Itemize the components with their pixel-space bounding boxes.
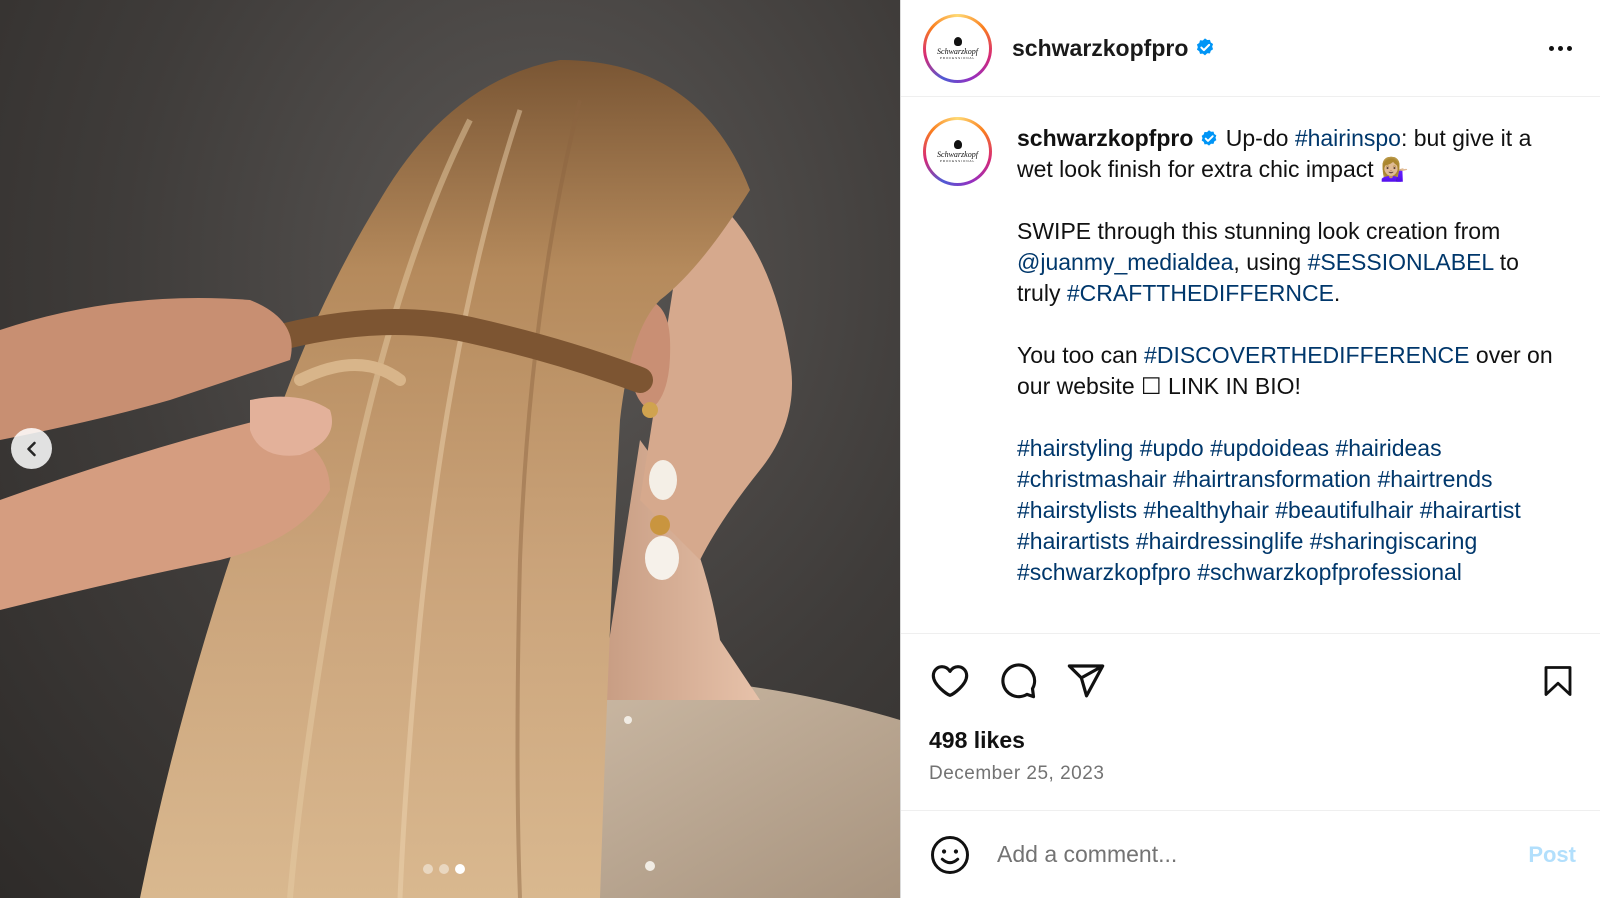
more-dot bbox=[1567, 45, 1572, 51]
verified-badge-icon bbox=[1197, 37, 1214, 55]
hashtag-link[interactable]: #hairstylists bbox=[1017, 497, 1137, 523]
share-icon bbox=[1067, 664, 1105, 698]
avatar-logo: Schwarzkopf PROFESSIONAL bbox=[926, 120, 989, 183]
brand-silhouette-icon bbox=[953, 140, 962, 149]
post-date[interactable]: December 25, 2023 bbox=[929, 763, 1576, 785]
more-horizontal-icon bbox=[1549, 45, 1554, 51]
carousel-dot bbox=[423, 864, 433, 874]
brand-silhouette-icon bbox=[953, 36, 962, 46]
hashtag-link[interactable]: #CRAFTTHEDIFFERNCE bbox=[1067, 280, 1334, 306]
like-count[interactable]: 498 likes bbox=[929, 727, 1576, 754]
heart-icon bbox=[931, 665, 969, 697]
carousel-prev-button[interactable] bbox=[11, 428, 52, 469]
hashtag-link[interactable]: #sharingiscaring bbox=[1310, 528, 1477, 554]
avatar-brand-text: Schwarzkopf bbox=[937, 46, 978, 56]
hashtag-link[interactable]: #hairinspo bbox=[1295, 125, 1401, 151]
post-comment-button[interactable]: Post bbox=[1528, 842, 1576, 868]
hashtag-link[interactable]: #beautifulhair bbox=[1275, 497, 1413, 523]
verified-badge-icon bbox=[1202, 130, 1217, 146]
avatar-brand-text: Schwarzkopf bbox=[937, 150, 978, 159]
post-header: Schwarzkopf PROFESSIONAL schwarzkopfpro bbox=[901, 0, 1600, 97]
hashtag-link[interactable]: #hairtransformation bbox=[1173, 466, 1371, 492]
save-button[interactable] bbox=[1540, 661, 1576, 701]
instagram-post: Schwarzkopf PROFESSIONAL schwarzkopfpro … bbox=[0, 0, 1600, 898]
bookmark-icon bbox=[1544, 666, 1572, 696]
caption-text: SWIPE through this stunning look creatio… bbox=[1017, 218, 1501, 244]
hashtag-link[interactable]: #hairdressinglife bbox=[1136, 528, 1303, 554]
avatar[interactable]: Schwarzkopf PROFESSIONAL bbox=[923, 13, 992, 83]
caption-text: . bbox=[1333, 280, 1341, 306]
post-media[interactable] bbox=[0, 0, 900, 898]
share-button[interactable] bbox=[1065, 661, 1107, 701]
hashtag-link[interactable]: #hairideas bbox=[1335, 435, 1441, 461]
avatar-brand-subtext: PROFESSIONAL bbox=[939, 159, 976, 163]
chevron-left-icon bbox=[26, 441, 36, 456]
avatar-logo: Schwarzkopf PROFESSIONAL bbox=[926, 16, 989, 80]
more-dot bbox=[1558, 45, 1563, 51]
caption-paragraph: You too can #DISCOVERTHEDIFFERENCE over … bbox=[1017, 340, 1557, 402]
carousel-dot-active bbox=[455, 864, 465, 874]
hashtag-link[interactable]: #hairtrends bbox=[1377, 466, 1492, 492]
caption-text: Up-do bbox=[1219, 125, 1295, 151]
comment-input[interactable] bbox=[997, 841, 1529, 868]
hashtag-link[interactable]: #DISCOVERTHEDIFFERENCE bbox=[1144, 342, 1469, 368]
hashtag-list: #hairstyling #updo #updoideas #hairideas… bbox=[1017, 433, 1557, 588]
header-username-text[interactable]: schwarzkopfpro bbox=[1012, 35, 1188, 61]
hashtag-link[interactable]: #updoideas bbox=[1210, 435, 1329, 461]
post-caption: schwarzkopfpro Up-do #hairinspo: but giv… bbox=[1017, 117, 1557, 633]
caption-area: Schwarzkopf PROFESSIONAL schwarzkopfpro … bbox=[901, 97, 1600, 633]
post-actions: 498 likes December 25, 2023 bbox=[901, 633, 1600, 810]
hashtag-link[interactable]: #christmashair bbox=[1017, 466, 1167, 492]
action-icons bbox=[929, 660, 1576, 702]
caption-text: You too can bbox=[1017, 342, 1145, 368]
comment-icon bbox=[1001, 663, 1037, 699]
caption-avatar[interactable]: Schwarzkopf PROFESSIONAL bbox=[923, 117, 992, 186]
comment-button[interactable] bbox=[997, 661, 1039, 701]
post-side-panel: Schwarzkopf PROFESSIONAL schwarzkopfpro … bbox=[900, 0, 1600, 898]
caption-paragraph: SWIPE through this stunning look creatio… bbox=[1017, 216, 1557, 309]
caption-username[interactable]: schwarzkopfpro bbox=[1017, 125, 1219, 151]
avatar-brand-subtext: PROFESSIONAL bbox=[939, 55, 976, 60]
hashtag-link[interactable]: #healthyhair bbox=[1144, 497, 1269, 523]
hashtag-link[interactable]: #hairstyling bbox=[1017, 435, 1133, 461]
mention-link[interactable]: @juanmy_medialdea bbox=[1017, 249, 1233, 275]
like-button[interactable] bbox=[929, 661, 971, 701]
caption-username-text[interactable]: schwarzkopfpro bbox=[1017, 125, 1193, 151]
hashtag-link[interactable]: #hairartists bbox=[1017, 528, 1129, 554]
hashtag-link[interactable]: #updo bbox=[1140, 435, 1204, 461]
header-username[interactable]: schwarzkopfpro bbox=[1012, 35, 1216, 62]
post-photo bbox=[0, 60, 900, 898]
smiley-icon[interactable] bbox=[929, 834, 971, 876]
caption-paragraph: schwarzkopfpro Up-do #hairinspo: but giv… bbox=[1017, 123, 1557, 185]
hashtag-link[interactable]: #SESSIONLABEL bbox=[1308, 249, 1494, 275]
more-options-button[interactable] bbox=[1543, 40, 1578, 57]
carousel-dot bbox=[439, 864, 449, 874]
add-comment-bar: Post bbox=[901, 810, 1600, 898]
hashtag-link[interactable]: #schwarzkopfpro bbox=[1017, 559, 1191, 585]
caption-text: , using bbox=[1233, 249, 1308, 275]
hashtag-link[interactable]: #schwarzkopfprofessional bbox=[1197, 559, 1462, 585]
hashtag-link[interactable]: #hairartist bbox=[1420, 497, 1521, 523]
carousel-indicator bbox=[423, 864, 465, 874]
